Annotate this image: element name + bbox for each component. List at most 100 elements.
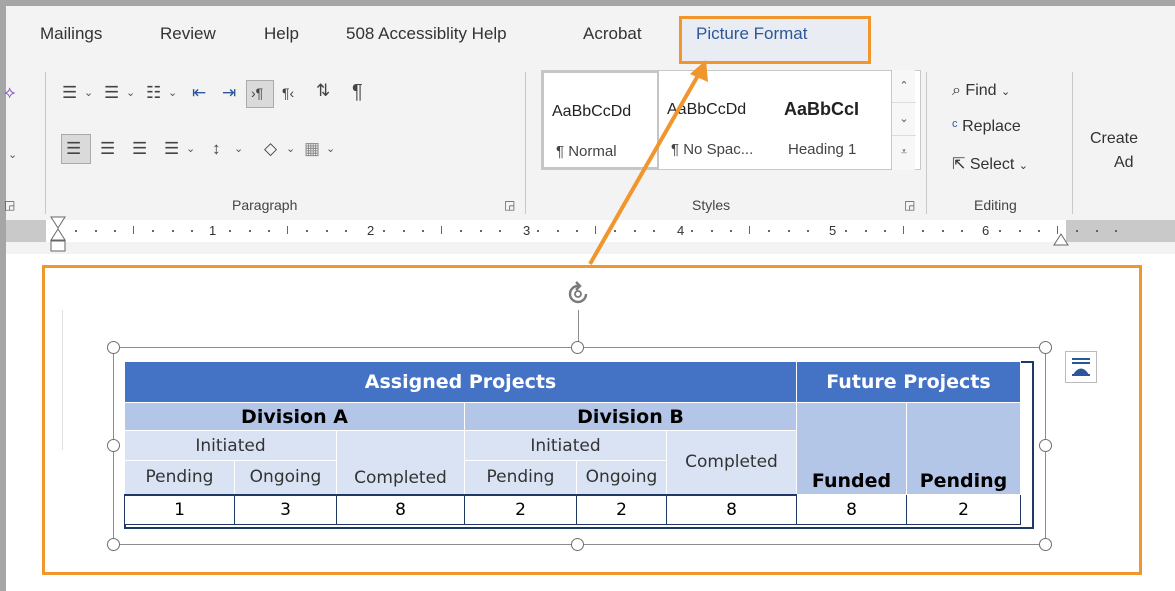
header-future-pending: Pending: [906, 402, 1021, 495]
resize-handle-top-left[interactable]: [107, 341, 120, 354]
create-label-2[interactable]: Ad: [1114, 154, 1134, 172]
rtl-icon[interactable]: ¶‹: [282, 86, 294, 100]
table-cell: 2: [464, 494, 577, 525]
select-label: Select: [969, 156, 1015, 173]
chevron-down-icon[interactable]: ⌄: [168, 88, 177, 99]
rotate-handle-icon[interactable]: [564, 280, 592, 308]
replace-label: Replace: [962, 118, 1021, 135]
decrease-indent-icon[interactable]: ⇤: [192, 84, 206, 101]
ruler-right-margin: [1066, 220, 1175, 242]
show-marks-icon[interactable]: ¶: [352, 82, 363, 102]
style-name: Heading 1: [788, 141, 857, 158]
numbering-icon[interactable]: ☰: [104, 84, 119, 101]
chevron-down-icon: ⌄: [1001, 86, 1011, 98]
header-ongoing-b: Ongoing: [576, 460, 667, 496]
ruler-mark: [864, 230, 867, 232]
gallery-up-icon[interactable]: ⌃: [892, 70, 916, 103]
ruler-mark: [171, 230, 174, 232]
increase-indent-icon[interactable]: ⇥: [222, 84, 236, 101]
ruler-mark: [1095, 230, 1098, 232]
header-completed-a: Completed: [336, 430, 465, 496]
ruler-mark: [1018, 230, 1021, 232]
header-pending-b: Pending: [464, 460, 577, 496]
replace-icon: ᶜ: [952, 118, 958, 135]
chevron-down-icon[interactable]: ⌄: [8, 150, 17, 161]
style-sample: AaBbCcI: [784, 99, 860, 119]
ruler-mark: [1037, 230, 1040, 232]
borders-icon[interactable]: ▦: [304, 140, 320, 157]
indent-marker-icon[interactable]: [50, 216, 66, 254]
group-label-editing: Editing: [974, 197, 1017, 213]
style-heading-1[interactable]: AaBbCcI Heading 1: [776, 71, 893, 169]
create-label[interactable]: Create: [1090, 130, 1138, 148]
ruler-mark: [383, 230, 386, 232]
tab-508-accessibility-help[interactable]: 508 Accessiblity Help: [346, 24, 507, 44]
style-name: ¶ No Spac...: [671, 141, 754, 158]
ruler-mark: [922, 230, 925, 232]
ruler-number: 2: [367, 223, 375, 238]
multilevel-list-icon[interactable]: ☷: [146, 84, 161, 101]
styles-gallery: AaBbCcDd ¶ Normal AaBbCcDd ¶ No Spac... …: [541, 70, 921, 170]
table-cell: 2: [906, 494, 1021, 525]
tab-mailings[interactable]: Mailings: [40, 24, 102, 44]
ruler-mark: [306, 230, 309, 232]
resize-handle-left[interactable]: [107, 439, 120, 452]
resize-handle-bottom-left[interactable]: [107, 538, 120, 551]
resize-handle-right[interactable]: [1039, 439, 1052, 452]
cursor-icon: ⇱: [952, 156, 966, 173]
style-normal[interactable]: AaBbCcDd ¶ Normal: [542, 71, 659, 169]
right-indent-marker-icon[interactable]: [1053, 232, 1069, 246]
chevron-down-icon[interactable]: ⌄: [286, 144, 295, 155]
align-center-icon[interactable]: ☰: [100, 140, 115, 157]
chevron-down-icon[interactable]: ⌄: [126, 88, 135, 99]
sort-icon[interactable]: ⇅: [316, 82, 330, 99]
tab-acrobat[interactable]: Acrobat: [583, 24, 642, 44]
tab-picture-format[interactable]: Picture Format: [696, 24, 807, 44]
ruler-mark: [787, 230, 790, 232]
resize-handle-bottom-right[interactable]: [1039, 538, 1052, 551]
tab-help[interactable]: Help: [264, 24, 299, 44]
style-no-spacing[interactable]: AaBbCcDd ¶ No Spac...: [659, 71, 776, 169]
shading-icon[interactable]: ◇: [264, 140, 277, 157]
ruler-mark: [479, 230, 482, 232]
tab-review[interactable]: Review: [160, 24, 216, 44]
find-button[interactable]: ⌕ Find ⌄: [952, 82, 1010, 100]
chevron-down-icon[interactable]: ⌄: [234, 144, 243, 155]
ruler-mark: [325, 230, 328, 232]
ruler-mark: [575, 230, 578, 232]
ruler-mark: [941, 230, 944, 232]
resize-handle-top-right[interactable]: [1039, 341, 1052, 354]
ruler-mark: [402, 230, 405, 232]
resize-handle-top[interactable]: [571, 341, 584, 354]
style-sample: AaBbCcDd: [552, 103, 632, 120]
ruler-mark: [267, 230, 270, 232]
projects-table-picture[interactable]: Assigned Projects Future Projects Divisi…: [124, 361, 1021, 525]
gallery-more-icon[interactable]: ⩡: [892, 136, 916, 169]
replace-button[interactable]: ᶜ Replace: [952, 118, 1021, 136]
chevron-down-icon[interactable]: ⌄: [326, 144, 335, 155]
ruler-mark: [883, 230, 886, 232]
ruler-mark: [633, 230, 636, 232]
highlight-icon[interactable]: ⟡: [4, 84, 15, 101]
header-future-projects: Future Projects: [796, 361, 1021, 403]
line-spacing-icon[interactable]: ↕: [212, 140, 221, 157]
group-label-paragraph: Paragraph: [232, 197, 298, 213]
styles-dialog-launcher-icon[interactable]: ◲: [904, 198, 915, 212]
horizontal-ruler[interactable]: 1 2 3 4 5 6: [6, 214, 1175, 254]
gallery-down-icon[interactable]: ⌄: [892, 103, 916, 136]
align-right-icon[interactable]: ☰: [132, 140, 147, 157]
layout-options-icon[interactable]: [1065, 351, 1097, 383]
select-button[interactable]: ⇱ Select ⌄: [952, 154, 1028, 174]
bullets-icon[interactable]: ☰: [62, 84, 77, 101]
ruler-mark: [1114, 230, 1117, 232]
ruler-mark: [845, 230, 848, 232]
justify-icon[interactable]: ☰: [164, 140, 179, 157]
chevron-down-icon[interactable]: ⌄: [84, 88, 93, 99]
chevron-down-icon[interactable]: ⌄: [186, 144, 195, 155]
ruler-mark: [556, 230, 559, 232]
table-cell: 8: [336, 494, 465, 525]
ruler-mark: [344, 230, 347, 232]
paragraph-dialog-launcher-icon[interactable]: ◲: [504, 198, 515, 212]
resize-handle-bottom[interactable]: [571, 538, 584, 551]
font-dialog-launcher-icon[interactable]: ◲: [4, 198, 15, 212]
